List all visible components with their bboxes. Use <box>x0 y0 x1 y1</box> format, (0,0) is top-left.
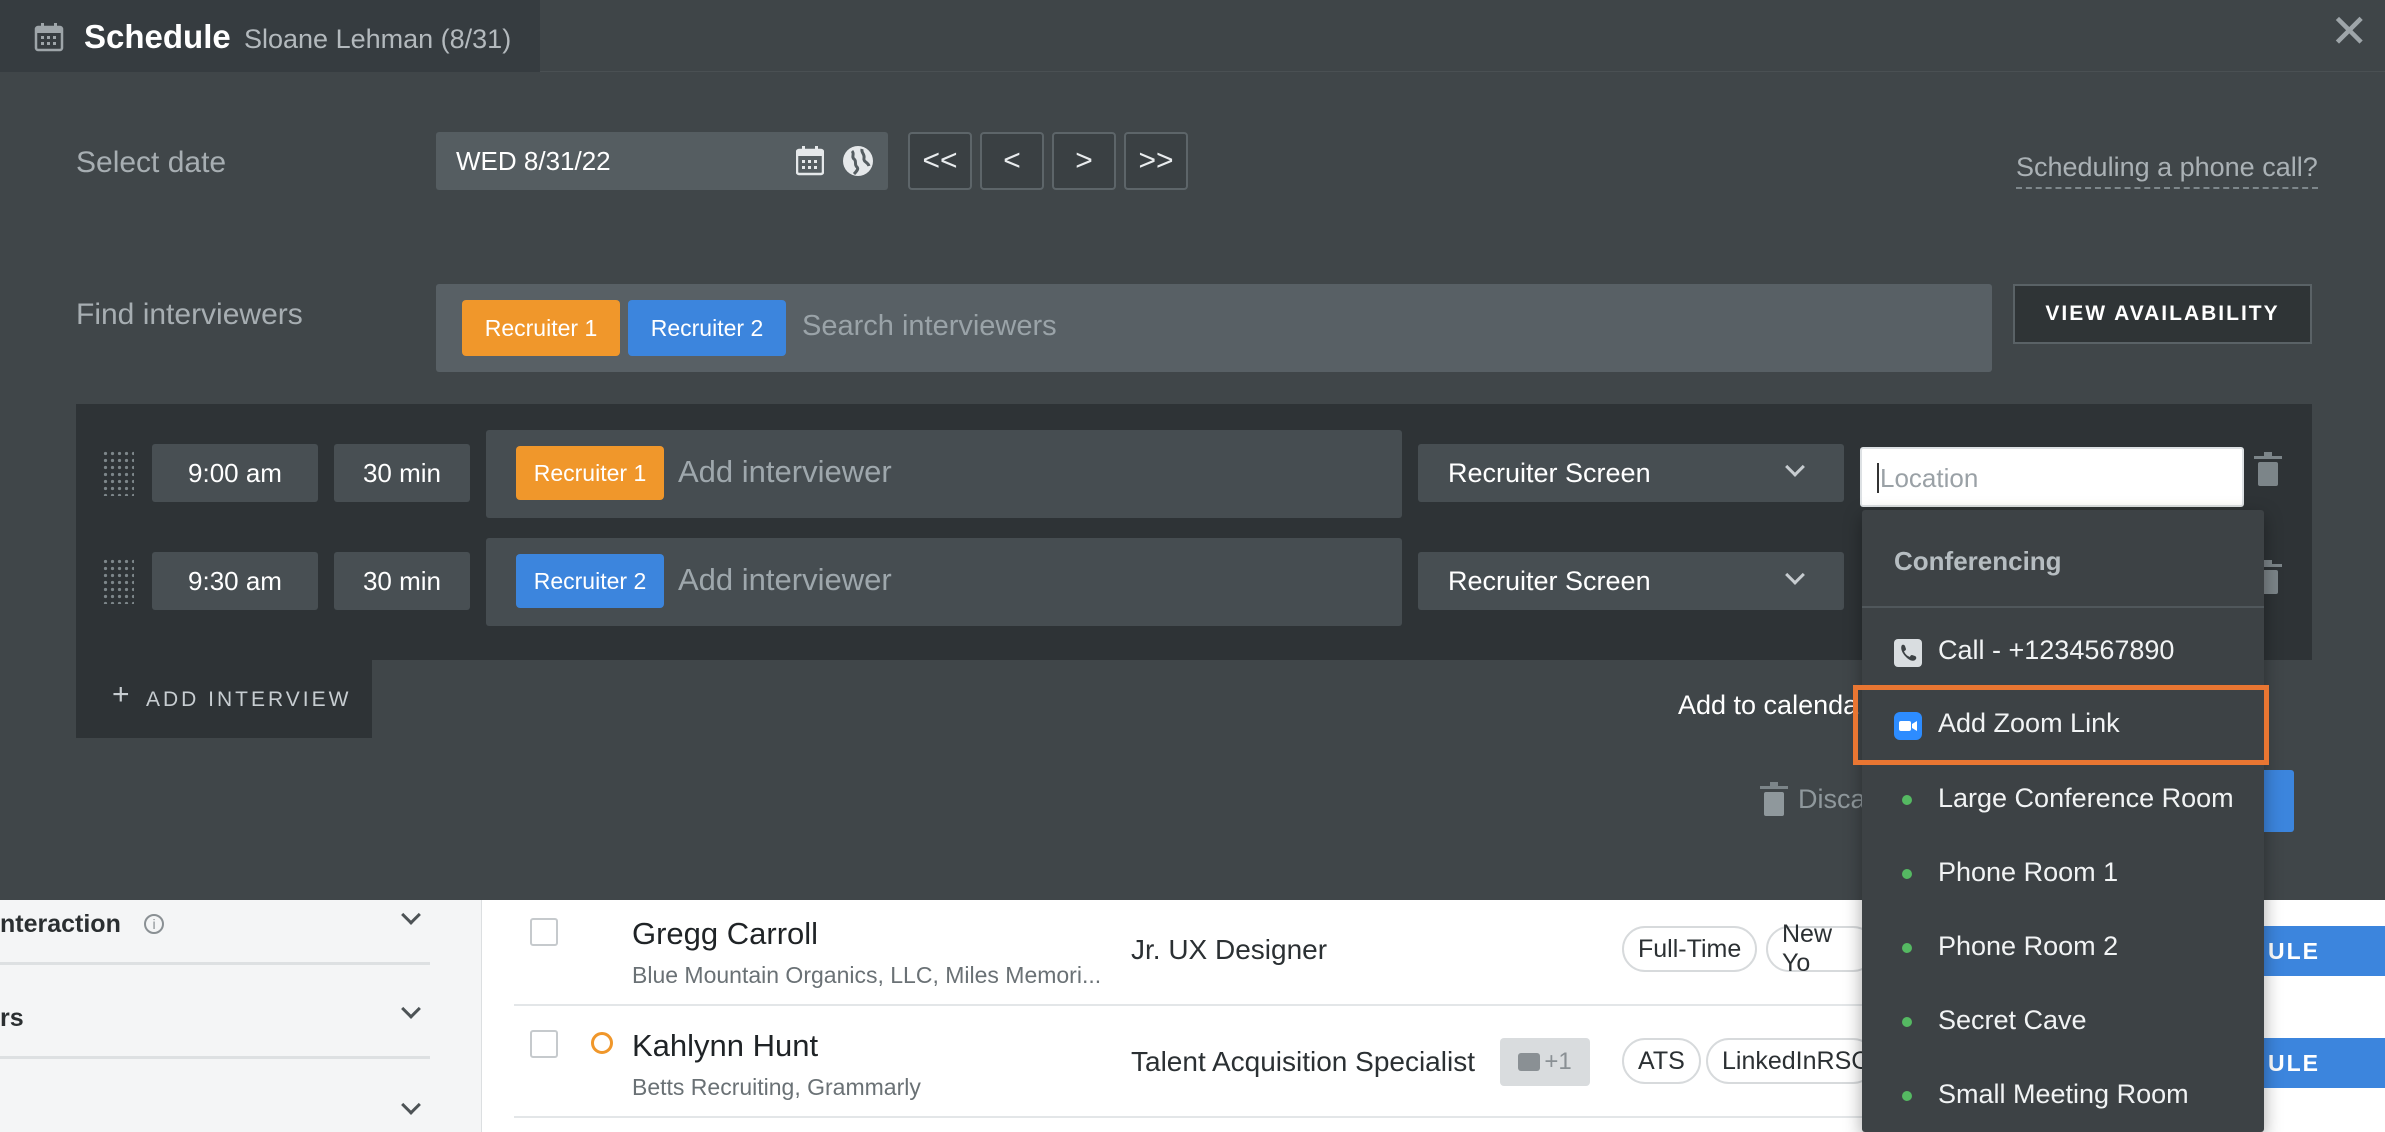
interviewer-field[interactable]: Recruiter 2 Add interviewer <box>486 538 1402 626</box>
tag: New Yo <box>1766 920 1876 977</box>
close-icon[interactable]: ✕ <box>2330 8 2369 54</box>
interview-type-value: Recruiter Screen <box>1448 458 1651 488</box>
find-interviewers-label: Find interviewers <box>76 298 303 331</box>
clock-icon <box>591 1032 613 1054</box>
briefcase-icon <box>1518 1053 1541 1071</box>
location-dropdown: Conferencing Call - +1234567890 Add Zoom… <box>1862 510 2264 1132</box>
option-label: Call - +1234567890 <box>1938 635 2175 665</box>
row-checkbox[interactable] <box>530 918 558 946</box>
option-phone-room-2[interactable]: Phone Room 2 <box>1862 912 2264 984</box>
globe-icon[interactable] <box>842 145 874 177</box>
row-divider <box>514 1004 1864 1006</box>
phone-icon <box>1894 639 1922 667</box>
add-to-calendar-label[interactable]: Add to calenda <box>1678 690 1858 721</box>
available-dot-icon <box>1902 943 1912 953</box>
available-dot-icon <box>1902 1091 1912 1101</box>
candidate-role: Jr. UX Designer <box>1131 934 1328 965</box>
tag: ATS <box>1622 1038 1701 1084</box>
first-week-button[interactable]: << <box>908 132 972 190</box>
view-availability-button[interactable]: VIEW AVAILABILITY <box>2013 284 2312 344</box>
option-secret-cave[interactable]: Secret Cave <box>1862 986 2264 1058</box>
option-label: Large Conference Room <box>1938 783 2234 813</box>
date-picker-icon[interactable] <box>796 146 824 176</box>
phone-call-link[interactable]: Scheduling a phone call? <box>2016 152 2318 189</box>
option-label: Phone Room 1 <box>1938 857 2119 887</box>
discard-button[interactable]: Disca <box>1798 784 1866 815</box>
extra-jobs-badge: +1 <box>1500 1038 1590 1086</box>
interview-duration[interactable]: 30 min <box>334 552 470 610</box>
last-week-button[interactable]: >> <box>1124 132 1188 190</box>
prev-day-button[interactable]: < <box>980 132 1044 190</box>
dropdown-heading-conferencing: Conferencing <box>1894 546 2062 576</box>
select-date-label: Select date <box>76 146 227 179</box>
interview-type-value: Recruiter Screen <box>1448 566 1651 596</box>
option-phone-room-1[interactable]: Phone Room 1 <box>1862 838 2264 910</box>
chevron-down-icon[interactable] <box>401 999 421 1019</box>
option-call[interactable]: Call - +1234567890 <box>1862 616 2264 688</box>
chip-recruiter-1[interactable]: Recruiter 1 <box>516 446 664 500</box>
interview-time[interactable]: 9:30 am <box>152 552 318 610</box>
info-icon[interactable]: i <box>144 914 164 934</box>
chevron-down-icon[interactable] <box>401 905 421 925</box>
candidate-companies: Blue Mountain Organics, LLC, Miles Memor… <box>632 962 1102 988</box>
schedule-row-button[interactable]: ULE <box>2264 926 2385 976</box>
row-checkbox[interactable] <box>530 1030 558 1058</box>
available-dot-icon <box>1902 795 1912 805</box>
interviewer-field[interactable]: Recruiter 1 Add interviewer <box>486 430 1402 518</box>
tag: Full-Time <box>1622 926 1758 972</box>
location-input[interactable]: Location <box>1860 447 2244 507</box>
add-interview-button[interactable]: ADD INTERVIEW <box>146 688 351 712</box>
chip-recruiter-2[interactable]: Recruiter 2 <box>516 554 664 608</box>
row-divider <box>514 1116 1864 1118</box>
candidate-role: Talent Acquisition Specialist <box>1131 1046 1475 1077</box>
next-day-button[interactable]: > <box>1052 132 1116 190</box>
chevron-down-icon[interactable] <box>401 1095 421 1115</box>
extra-jobs-count: +1 <box>1544 1048 1572 1075</box>
candidate-name[interactable]: Kahlynn Hunt <box>632 1028 818 1064</box>
available-dot-icon <box>1902 869 1912 879</box>
header-bar <box>540 0 2385 72</box>
highlight-box <box>1853 685 2269 765</box>
available-dot-icon <box>1902 1017 1912 1027</box>
plus-icon[interactable]: + <box>112 678 130 712</box>
schedule-row-button[interactable]: ULE <box>2264 1038 2385 1088</box>
calendar-icon <box>34 23 64 52</box>
interview-type-select[interactable]: Recruiter Screen <box>1418 444 1844 502</box>
add-interviewer-input[interactable]: Add interviewer <box>678 454 892 490</box>
filter-interaction-label[interactable]: nteraction <box>0 910 121 939</box>
option-small-meeting-room[interactable]: Small Meeting Room <box>1862 1060 2264 1132</box>
chevron-down-icon <box>1785 565 1805 585</box>
chevron-down-icon <box>1785 457 1805 477</box>
candidate-companies: Betts Recruiting, Grammarly <box>632 1074 921 1100</box>
filter-sidebar: nteraction i rs <box>0 900 482 1132</box>
candidate-subtitle: Sloane Lehman (8/31) <box>244 24 512 54</box>
search-interviewers-input[interactable]: Search interviewers <box>802 310 1057 343</box>
chip-recruiter-1[interactable]: Recruiter 1 <box>462 300 620 356</box>
drag-handle-icon[interactable] <box>102 450 134 496</box>
discard-trash-icon[interactable] <box>1760 782 1788 816</box>
candidate-name[interactable]: Gregg Carroll <box>632 916 818 952</box>
interviewer-search-box[interactable]: Recruiter 1 Recruiter 2 Search interview… <box>436 284 1992 372</box>
page-title: Schedule <box>84 18 231 55</box>
interview-type-select[interactable]: Recruiter Screen <box>1418 552 1844 610</box>
option-large-conference-room[interactable]: Large Conference Room <box>1862 764 2264 836</box>
date-field[interactable]: WED 8/31/22 <box>436 132 888 190</box>
chip-recruiter-2[interactable]: Recruiter 2 <box>628 300 786 356</box>
option-label: Small Meeting Room <box>1938 1079 2189 1109</box>
interview-time[interactable]: 9:00 am <box>152 444 318 502</box>
divider <box>0 962 430 965</box>
trash-icon[interactable] <box>2254 452 2282 486</box>
drag-handle-icon[interactable] <box>102 558 134 604</box>
option-label: Phone Room 2 <box>1938 931 2119 961</box>
divider <box>1862 606 2264 608</box>
option-label: Secret Cave <box>1938 1005 2087 1035</box>
divider <box>0 1056 430 1059</box>
text-cursor <box>1877 463 1879 493</box>
location-placeholder: Location <box>1880 463 1979 493</box>
filter-rs-label[interactable]: rs <box>0 1004 24 1033</box>
interview-duration[interactable]: 30 min <box>334 444 470 502</box>
date-value: WED 8/31/22 <box>456 146 611 176</box>
add-interviewer-input[interactable]: Add interviewer <box>678 562 892 598</box>
tag: LinkedInRSC <box>1706 1038 1876 1084</box>
